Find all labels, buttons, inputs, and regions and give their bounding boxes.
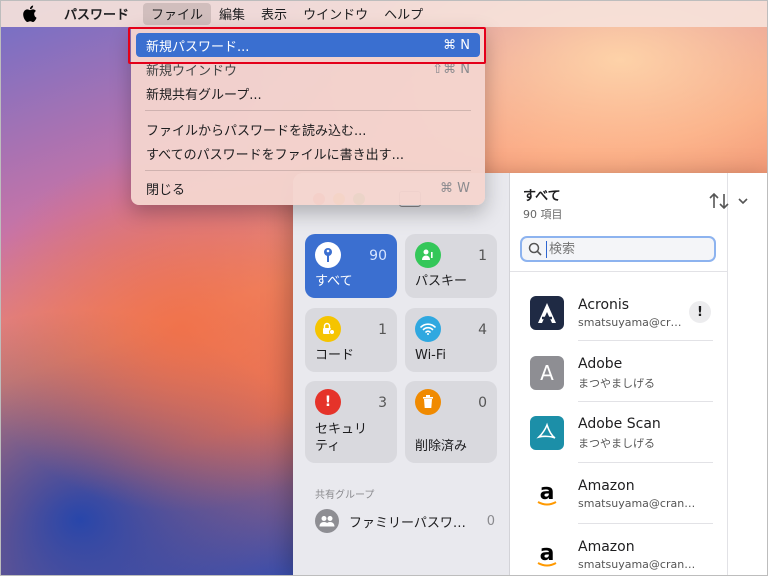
exclamation-icon: ! bbox=[315, 389, 341, 415]
sidebar: 90 すべて 1 パスキー 1 コード 4 Wi-Fi ! 3 セキュリティ 0… bbox=[293, 173, 510, 576]
menu-item-label: ファイルからパスワードを読み込む... bbox=[146, 123, 367, 139]
password-list: すべて 90 項目 Acronis smatsuyama@cr… ! A Ado… bbox=[510, 173, 728, 576]
warning-icon: ! bbox=[689, 301, 711, 323]
menu-file[interactable]: ファイル bbox=[143, 2, 212, 25]
menu-help[interactable]: ヘルプ bbox=[376, 0, 431, 27]
tile-count: 4 bbox=[478, 322, 487, 338]
divider bbox=[578, 462, 713, 463]
list-item[interactable]: a Amazon smatsuyama@cran… bbox=[530, 474, 715, 514]
menu-item-export-passwords[interactable]: すべてのパスワードをファイルに書き出す... bbox=[136, 141, 480, 165]
list-header: すべて 90 項目 bbox=[523, 185, 563, 222]
menu-item-close[interactable]: 閉じる ⌘ W bbox=[136, 176, 480, 200]
entry-username: smatsuyama@cr… bbox=[578, 316, 682, 329]
divider bbox=[578, 340, 713, 341]
shared-group-label: ファミリーパスワ… bbox=[349, 515, 466, 531]
menubar: パスワード ファイル 編集 表示 ウインドウ ヘルプ bbox=[0, 0, 768, 27]
apple-menu-icon[interactable] bbox=[22, 5, 38, 23]
tile-label: Wi-Fi bbox=[415, 348, 447, 363]
entry-username: まつやましげる bbox=[578, 376, 655, 390]
sort-arrows-icon bbox=[709, 192, 748, 210]
menu-app-name[interactable]: パスワード bbox=[56, 0, 137, 27]
tile-count: 0 bbox=[478, 395, 487, 411]
list-item[interactable]: Adobe Scan まつやましげる bbox=[530, 413, 715, 453]
entry-username: smatsuyama@cran… bbox=[578, 558, 696, 571]
tile-passkeys[interactable]: 1 パスキー bbox=[405, 234, 497, 298]
adobe-scan-logo-icon bbox=[530, 416, 564, 450]
tile-count: 1 bbox=[378, 322, 387, 338]
menu-separator bbox=[145, 170, 471, 171]
entry-username: smatsuyama@cran… bbox=[578, 497, 696, 510]
search-icon bbox=[528, 242, 542, 256]
menu-item-import-passwords[interactable]: ファイルからパスワードを読み込む... bbox=[136, 117, 480, 141]
menu-view[interactable]: 表示 bbox=[253, 0, 295, 27]
tile-security[interactable]: ! 3 セキュリティ bbox=[305, 381, 397, 463]
entry-username: まつやましげる bbox=[578, 436, 655, 450]
menu-edit[interactable]: 編集 bbox=[211, 0, 253, 27]
tile-deleted[interactable]: 0 削除済み bbox=[405, 381, 497, 463]
passwords-window: 90 すべて 1 パスキー 1 コード 4 Wi-Fi ! 3 セキュリティ 0… bbox=[293, 173, 768, 576]
tile-label: パスキー bbox=[415, 274, 468, 289]
menu-item-new-shared-group[interactable]: 新規共有グループ... bbox=[136, 81, 480, 105]
tile-count: 3 bbox=[378, 395, 387, 411]
tile-all[interactable]: 90 すべて bbox=[305, 234, 397, 298]
menu-item-shortcut: ⌘ W bbox=[440, 180, 470, 196]
shared-groups-heading: 共有グループ bbox=[315, 490, 375, 501]
tile-label: 削除済み bbox=[415, 439, 468, 454]
shared-group-count: 0 bbox=[486, 513, 495, 529]
entry-name: Amazon bbox=[578, 478, 635, 494]
entry-name: Acronis bbox=[578, 297, 630, 313]
entry-name: Amazon bbox=[578, 539, 635, 555]
svg-text:a: a bbox=[540, 480, 555, 505]
entry-name: Adobe Scan bbox=[578, 415, 661, 432]
menu-window[interactable]: ウインドウ bbox=[295, 0, 376, 27]
divider bbox=[510, 271, 727, 272]
menu-separator bbox=[145, 110, 471, 111]
tile-codes[interactable]: 1 コード bbox=[305, 308, 397, 372]
amazon-logo-icon: a bbox=[530, 477, 564, 511]
acronis-logo-icon bbox=[530, 296, 564, 330]
person-key-icon bbox=[415, 242, 441, 268]
tile-count: 1 bbox=[478, 248, 487, 264]
divider bbox=[578, 401, 713, 402]
svg-text:a: a bbox=[540, 541, 555, 566]
divider bbox=[578, 523, 713, 524]
group-people-icon bbox=[315, 509, 339, 533]
annotation-highlight-box bbox=[128, 27, 486, 64]
tile-label: コード bbox=[315, 348, 355, 363]
entry-name: Adobe bbox=[578, 355, 623, 372]
list-item[interactable]: a Amazon smatsuyama@cran… bbox=[530, 535, 715, 575]
menu-item-label: 新規共有グループ... bbox=[146, 87, 262, 103]
menu-item-label: 閉じる bbox=[146, 182, 186, 198]
menu-item-label: すべてのパスワードをファイルに書き出す... bbox=[146, 147, 404, 163]
trash-icon bbox=[415, 389, 441, 415]
search-field[interactable] bbox=[520, 236, 716, 262]
list-item[interactable]: A Adobe まつやましげる bbox=[530, 353, 715, 393]
letter-a-icon: A bbox=[530, 356, 564, 390]
list-item-count: 90 項目 bbox=[523, 208, 563, 221]
tile-label: セキュリティ bbox=[315, 422, 368, 454]
tile-count: 90 bbox=[369, 248, 387, 264]
tile-label: すべて bbox=[315, 274, 353, 289]
key-icon bbox=[315, 242, 341, 268]
sidebar-item-family-group[interactable]: ファミリーパスワ… 0 bbox=[315, 509, 495, 533]
lock-clock-icon bbox=[315, 316, 341, 342]
list-item[interactable]: Acronis smatsuyama@cr… ! bbox=[530, 293, 715, 333]
sort-button[interactable] bbox=[708, 191, 752, 216]
wifi-icon bbox=[415, 316, 441, 342]
search-input[interactable] bbox=[546, 240, 701, 258]
amazon-logo-icon: a bbox=[530, 538, 564, 572]
list-title: すべて bbox=[523, 189, 561, 204]
tile-wifi[interactable]: 4 Wi-Fi bbox=[405, 308, 497, 372]
